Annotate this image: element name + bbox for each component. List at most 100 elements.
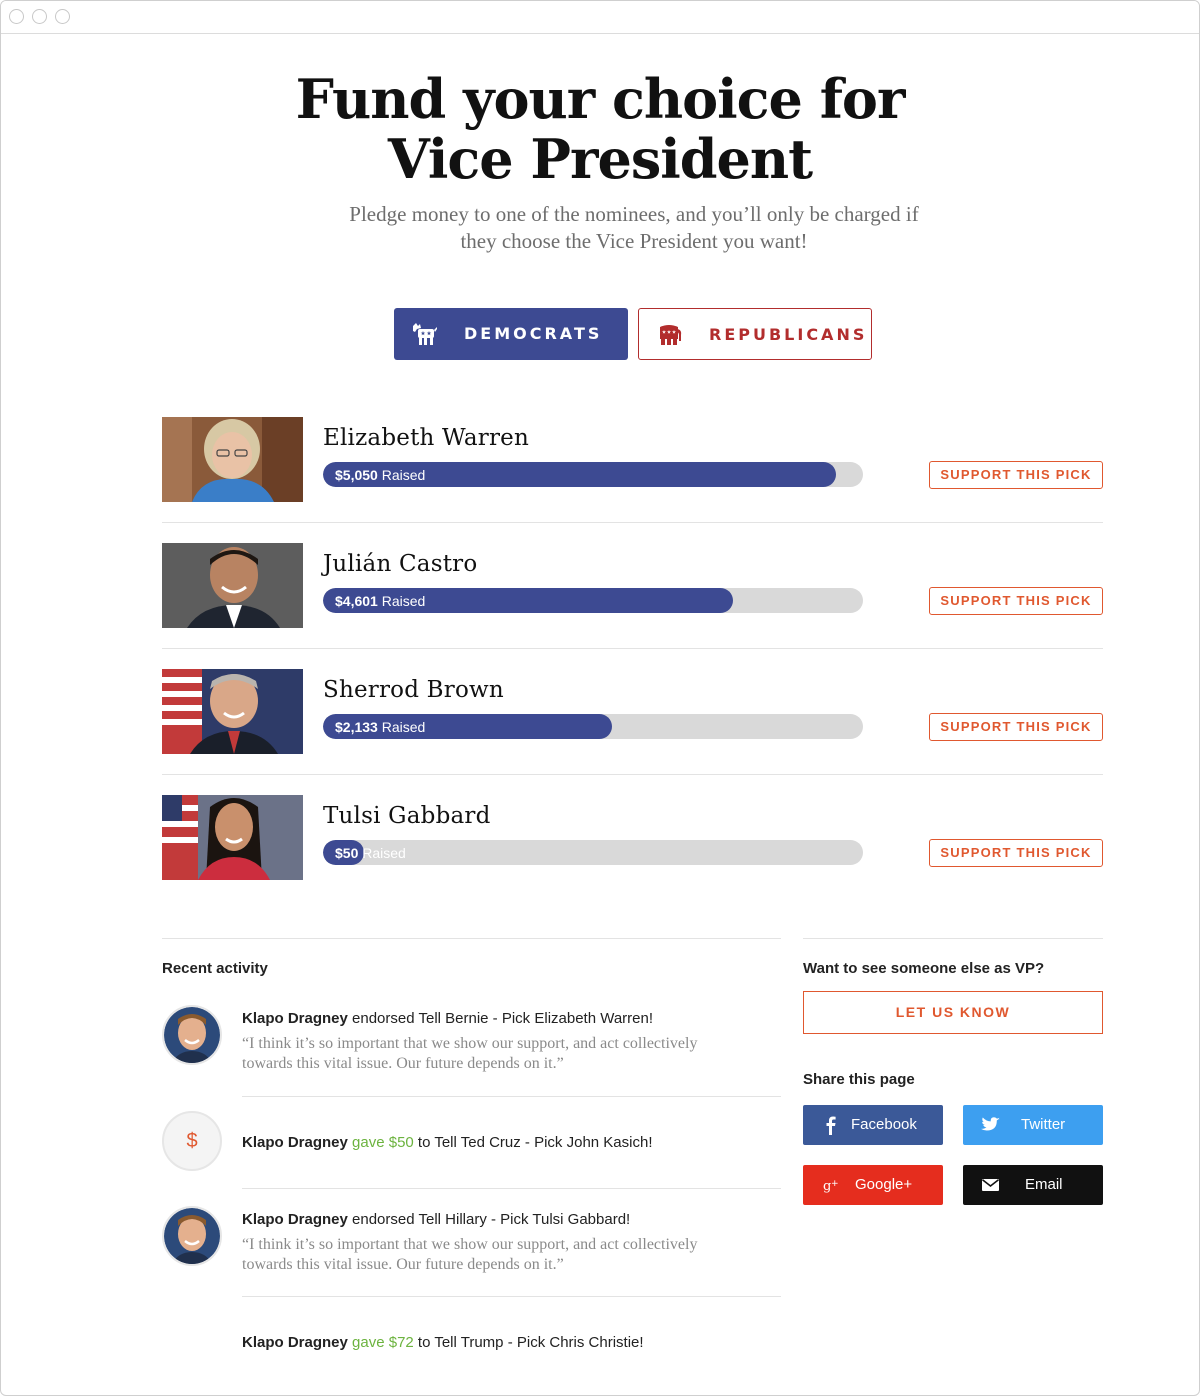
candidate-name: Tulsi Gabbard <box>323 803 491 829</box>
raised-progress-bar: $5,050 Raised <box>323 462 863 487</box>
candidate-photo <box>162 417 303 502</box>
activity-quote-line-2: towards this vital issue. Our future dep… <box>242 1256 564 1273</box>
twitter-icon <box>981 1117 1000 1131</box>
activity-user-name[interactable]: Klapo Dragney <box>242 1134 348 1151</box>
activity-user-name[interactable]: Klapo Dragney <box>242 1334 348 1351</box>
activity-target[interactable]: to Tell Ted Cruz - Pick John Kasich! <box>414 1134 653 1151</box>
envelope-icon <box>982 1179 999 1191</box>
window-zoom-dot[interactable] <box>55 9 70 24</box>
raised-suffix: Raised <box>381 467 426 483</box>
page-subtitle-line-1: Pledge money to one of the nominees, and… <box>349 202 919 226</box>
raised-amount: $4,601 <box>335 593 378 609</box>
window-chrome <box>1 1 1199 34</box>
raised-amount: $2,133 <box>335 719 378 735</box>
facebook-share-button[interactable]: Facebook <box>803 1105 943 1145</box>
page-title-line-1: Fund your choice for <box>295 67 906 131</box>
activity-item-text: Klapo Dragney endorsed Tell Hillary - Pi… <box>242 1211 630 1228</box>
raised-label: $5,050 Raised <box>335 467 425 483</box>
row-divider <box>162 522 1103 523</box>
raised-amount: $5,050 <box>335 467 378 483</box>
activity-amount: $72 <box>388 1334 414 1351</box>
candidate-row: Julián Castro $4,601 Raised SUPPORT THIS… <box>162 543 1103 669</box>
donkey-icon <box>413 323 437 345</box>
dollar-icon: $ <box>162 1111 222 1171</box>
activity-top-divider <box>162 938 781 939</box>
raised-suffix: Raised <box>381 593 426 609</box>
activity-quote: “I think it’s so important that we show … <box>242 1034 782 1074</box>
browser-window: Fund your choice for Vice President Pled… <box>0 0 1200 1396</box>
google-plus-icon: g + <box>823 1179 839 1194</box>
google-plus-share-label: Google+ <box>855 1176 913 1193</box>
google-plus-share-button[interactable]: g + Google+ <box>803 1165 943 1205</box>
activity-target[interactable]: Tell Hillary - Pick Tulsi Gabbard! <box>418 1211 630 1228</box>
email-share-button[interactable]: Email <box>963 1165 1103 1205</box>
activity-action: gave <box>347 1134 389 1151</box>
activity-user-name[interactable]: Klapo Dragney <box>242 1211 348 1228</box>
activity-action: endorsed <box>347 1211 419 1228</box>
avatar[interactable] <box>162 1005 222 1065</box>
republicans-tab-label: REPUBLICANS <box>709 325 868 344</box>
activity-quote: “I think it’s so important that we show … <box>242 1235 782 1275</box>
elephant-icon <box>660 325 682 345</box>
facebook-icon <box>826 1116 836 1135</box>
candidate-photo <box>162 543 303 628</box>
raised-progress-bar: $2,133 Raised <box>323 714 863 739</box>
activity-action: endorsed <box>347 1010 419 1027</box>
raised-progress-bar: $4,601 Raised <box>323 588 863 613</box>
democrats-tab-label: DEMOCRATS <box>464 324 603 343</box>
candidate-row: Sherrod Brown $2,133 Raised SUPPORT THIS… <box>162 669 1103 795</box>
activity-divider <box>242 1096 781 1097</box>
row-divider <box>162 648 1103 649</box>
page-subtitle: Pledge money to one of the nominees, and… <box>301 201 967 255</box>
suggest-vp-heading: Want to see someone else as VP? <box>803 960 1045 977</box>
activity-quote-line-1: “I think it’s so important that we show … <box>242 1035 698 1052</box>
share-heading: Share this page <box>803 1071 915 1088</box>
activity-action: gave <box>347 1334 389 1351</box>
email-share-label: Email <box>1025 1176 1063 1193</box>
twitter-share-label: Twitter <box>1021 1116 1066 1133</box>
page-title: Fund your choice for Vice President <box>1 69 1199 189</box>
support-this-pick-button[interactable]: SUPPORT THIS PICK <box>929 587 1103 615</box>
activity-item-text: Klapo Dragney endorsed Tell Bernie - Pic… <box>242 1010 653 1027</box>
candidate-photo <box>162 795 303 880</box>
support-this-pick-button[interactable]: SUPPORT THIS PICK <box>929 713 1103 741</box>
sidebar-top-divider <box>803 938 1103 939</box>
raised-suffix: Raised <box>362 845 406 861</box>
activity-item-text: Klapo Dragney gave $72 to Tell Trump - P… <box>242 1334 644 1351</box>
raised-label: $2,133 Raised <box>335 719 425 735</box>
let-us-know-button[interactable]: LET US KNOW <box>803 991 1103 1034</box>
support-this-pick-button[interactable]: SUPPORT THIS PICK <box>929 461 1103 489</box>
svg-text:+: + <box>831 1179 839 1189</box>
activity-divider <box>242 1296 781 1297</box>
avatar[interactable] <box>162 1206 222 1266</box>
facebook-share-label: Facebook <box>851 1116 917 1133</box>
raised-progress-bar: $50 Raised <box>323 840 863 865</box>
row-divider <box>162 774 1103 775</box>
democrats-tab[interactable]: DEMOCRATS <box>394 308 628 360</box>
page-subtitle-line-2: they choose the Vice President you want! <box>460 229 808 253</box>
raised-suffix: Raised <box>381 719 426 735</box>
raised-label: $4,601 Raised <box>335 593 425 609</box>
activity-target[interactable]: to Tell Trump - Pick Chris Christie! <box>414 1334 644 1351</box>
candidate-name: Sherrod Brown <box>323 677 504 703</box>
raised-amount: $50 <box>335 845 359 861</box>
activity-user-name[interactable]: Klapo Dragney <box>242 1010 348 1027</box>
activity-amount: $50 <box>388 1134 414 1151</box>
activity-target[interactable]: Tell Bernie - Pick Elizabeth Warren! <box>418 1010 653 1027</box>
activity-divider <box>242 1188 781 1189</box>
recent-activity-heading: Recent activity <box>162 960 268 977</box>
activity-item-text: Klapo Dragney gave $50 to Tell Ted Cruz … <box>242 1134 652 1151</box>
republicans-tab[interactable]: REPUBLICANS <box>638 308 872 360</box>
activity-quote-line-2: towards this vital issue. Our future dep… <box>242 1055 564 1072</box>
raised-label: $50 Raised <box>335 845 406 861</box>
twitter-share-button[interactable]: Twitter <box>963 1105 1103 1145</box>
candidate-row: Tulsi Gabbard $50 Raised SUPPORT THIS PI… <box>162 795 1103 921</box>
candidate-name: Elizabeth Warren <box>323 425 529 451</box>
page-title-line-2: Vice President <box>387 127 813 191</box>
support-this-pick-button[interactable]: SUPPORT THIS PICK <box>929 839 1103 867</box>
activity-quote-line-1: “I think it’s so important that we show … <box>242 1236 698 1253</box>
candidate-name: Julián Castro <box>323 551 478 577</box>
window-minimize-dot[interactable] <box>32 9 47 24</box>
window-close-dot[interactable] <box>9 9 24 24</box>
candidate-photo <box>162 669 303 754</box>
